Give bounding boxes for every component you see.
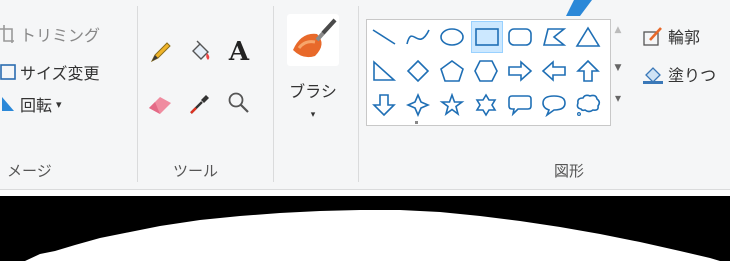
gallery-dot — [415, 121, 418, 124]
crop-label: トリミング — [20, 26, 101, 45]
shape-up-arrow[interactable] — [573, 56, 603, 86]
shapes-gallery — [366, 19, 611, 126]
crop-button[interactable]: トリミング — [0, 21, 100, 47]
up-arrow-shape-icon — [576, 59, 600, 82]
crop-icon — [0, 23, 16, 45]
fill-button[interactable]: 塗りつ — [642, 60, 716, 88]
drawing-canvas[interactable] — [0, 196, 730, 261]
outline-button[interactable]: 輪郭 — [642, 22, 700, 50]
eraser-icon — [149, 97, 171, 114]
rotate-button[interactable]: 回転 ▾ — [0, 91, 62, 117]
four-point-star-shape-icon — [405, 93, 431, 117]
shapes-gallery-scrollbar[interactable]: ▲ ▼ ▾ — [609, 19, 627, 124]
right-triangle-shape-icon — [373, 60, 397, 81]
group-separator — [273, 6, 274, 182]
color-picker-icon — [190, 95, 209, 114]
image-group-label: メージ — [7, 162, 52, 180]
oval-callout-shape-icon — [542, 95, 566, 117]
brush-dropdown-icon: ▾ — [310, 110, 316, 120]
shape-rounded-callout[interactable] — [505, 90, 535, 120]
shape-triangle[interactable] — [573, 22, 603, 52]
curve-shape-icon — [406, 29, 430, 45]
cloud-callout-shape-icon — [576, 94, 601, 117]
shape-rectangle[interactable] — [471, 21, 503, 53]
five-point-star-shape-icon — [439, 93, 465, 117]
rotate-dropdown-icon: ▾ — [56, 97, 62, 111]
fill-bucket-icon — [192, 40, 210, 60]
rotate-label: 回転 — [20, 96, 53, 115]
rectangle-shape-icon — [475, 28, 499, 46]
shape-curve[interactable] — [403, 22, 433, 52]
six-point-star-shape-icon — [475, 93, 497, 117]
gallery-scroll-up-icon[interactable]: ▲ — [609, 25, 627, 35]
shape-right-arrow[interactable] — [505, 56, 535, 86]
gallery-scroll-down-icon[interactable]: ▼ — [609, 63, 627, 73]
pencil-tool[interactable] — [145, 37, 175, 67]
shape-five-point-star[interactable] — [437, 90, 467, 120]
line-shape-icon — [372, 29, 396, 45]
magnifier-icon — [228, 92, 249, 113]
rotate-icon — [0, 93, 16, 115]
fill-shape-icon — [642, 63, 664, 85]
resize-label: サイズ変更 — [20, 64, 100, 83]
group-separator — [137, 6, 138, 182]
shape-hexagon[interactable] — [471, 56, 501, 86]
brush-icon — [287, 14, 339, 66]
left-arrow-shape-icon — [541, 60, 566, 82]
right-arrow-shape-icon — [508, 60, 533, 82]
tools-group-label: ツール — [173, 162, 219, 180]
shape-oval[interactable] — [437, 22, 467, 52]
fill-tool[interactable] — [185, 37, 215, 67]
color-picker-tool[interactable] — [185, 88, 215, 118]
brush-button[interactable]: ブラシ ▾ — [283, 14, 343, 132]
shape-diamond[interactable] — [403, 56, 433, 86]
fill-label: 塗りつ — [668, 66, 717, 85]
shape-cloud-callout[interactable] — [573, 90, 603, 120]
pointer-arrow-icon — [566, 0, 592, 16]
shape-left-arrow[interactable] — [539, 56, 569, 86]
shape-right-triangle[interactable] — [369, 56, 399, 86]
shape-line[interactable] — [369, 22, 399, 52]
magnifier-tool[interactable] — [224, 88, 254, 118]
outline-label: 輪郭 — [668, 28, 701, 47]
shape-oval-callout[interactable] — [539, 90, 569, 120]
resize-button[interactable]: サイズ変更 — [0, 59, 100, 85]
down-arrow-shape-icon — [372, 94, 396, 117]
shape-four-point-star[interactable] — [403, 90, 433, 120]
shape-six-point-star[interactable] — [471, 90, 501, 120]
shapes-group-label: 図形 — [554, 162, 585, 180]
polygon-shape-icon — [542, 28, 567, 46]
diamond-shape-icon — [406, 59, 430, 83]
eraser-tool[interactable] — [145, 88, 175, 118]
canvas-white-arc-shape — [25, 210, 720, 261]
oval-shape-icon — [440, 28, 464, 46]
hexagon-shape-icon — [474, 60, 498, 82]
rounded-rectangle-shape-icon — [508, 28, 532, 46]
rounded-callout-shape-icon — [508, 95, 532, 117]
shape-down-arrow[interactable] — [369, 90, 399, 120]
gallery-more-icon[interactable]: ▾ — [609, 91, 627, 105]
outline-pen-icon — [642, 25, 664, 47]
shape-pentagon[interactable] — [437, 56, 467, 86]
shape-rounded-rectangle[interactable] — [505, 22, 535, 52]
brush-label: ブラシ — [289, 82, 337, 101]
pentagon-shape-icon — [440, 60, 464, 82]
text-tool[interactable]: A — [224, 37, 254, 67]
text-icon: A — [228, 37, 250, 67]
shape-polygon[interactable] — [539, 22, 569, 52]
resize-icon — [0, 61, 16, 83]
triangle-shape-icon — [575, 26, 601, 47]
pencil-icon — [150, 42, 171, 63]
group-separator — [358, 6, 359, 182]
